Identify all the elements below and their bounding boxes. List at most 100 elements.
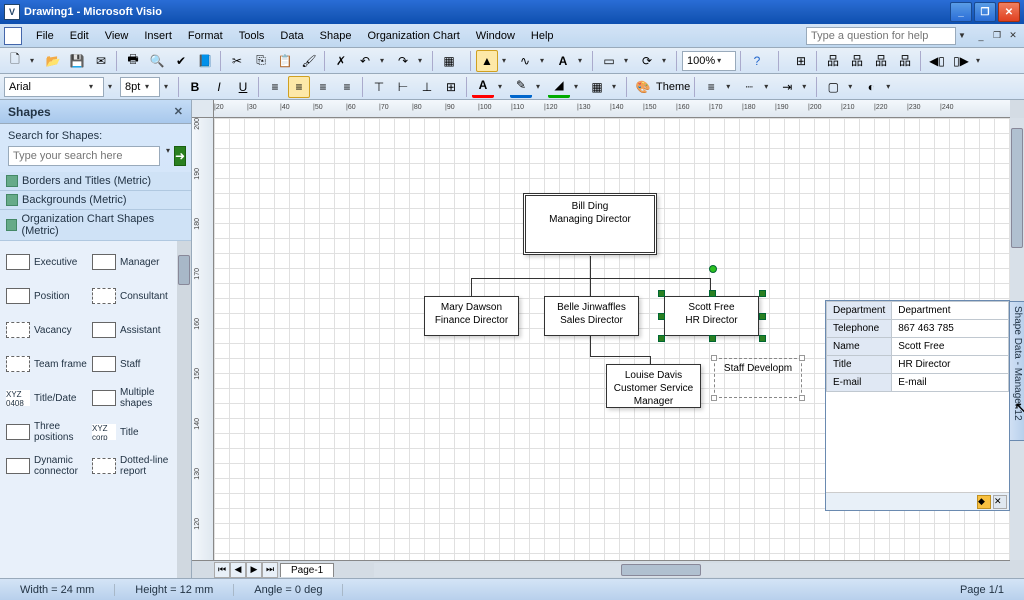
theme-label[interactable]: Theme — [656, 81, 690, 93]
shape-data-pane[interactable]: Shape Data - Manager.12 DepartmentDepart… — [825, 300, 1010, 511]
ruler-horizontal[interactable]: |20|30|40|50|60|70|80|90|100|110|120|130… — [214, 100, 1010, 118]
zoom-dropdown-icon[interactable]: ▾ — [717, 56, 727, 65]
corners-button[interactable]: ▢ — [822, 76, 844, 98]
shape-consultant[interactable]: Consultant — [90, 279, 176, 313]
help-search-dropdown-icon[interactable]: ▼ — [958, 31, 968, 40]
menu-edit[interactable]: Edit — [62, 28, 97, 44]
org-layout3-button[interactable]: 品 — [870, 50, 892, 72]
org-box-managing-director[interactable]: Bill Ding Managing Director — [523, 193, 657, 255]
research-button[interactable]: 📘 — [194, 50, 216, 72]
delete-button[interactable]: ✗ — [330, 50, 352, 72]
size-dropdown-icon[interactable]: ▾ — [145, 82, 155, 91]
connector-tool-button[interactable]: ∿ — [514, 50, 536, 72]
shapes-search-go-button[interactable]: ➜ — [174, 146, 186, 166]
undo-dropdown-icon[interactable]: ▾ — [380, 56, 390, 65]
connector[interactable] — [650, 356, 651, 364]
shape-multiple-shapes[interactable]: Multiple shapes — [90, 381, 176, 415]
help-button[interactable]: ? — [746, 50, 768, 72]
tab-next-button[interactable]: ▶ — [246, 562, 262, 578]
close-button[interactable]: ✕ — [998, 2, 1020, 22]
font-dropdown-icon[interactable]: ▾ — [89, 82, 99, 91]
help-search-input[interactable] — [806, 27, 956, 45]
resize-handle-w[interactable] — [658, 313, 665, 320]
resize-handle-n[interactable] — [709, 290, 716, 297]
line-color-button[interactable]: ✎ — [510, 76, 532, 98]
shape-data-tab[interactable]: Shape Data - Manager.12 — [1009, 301, 1024, 441]
line-color-dropdown-icon[interactable]: ▾ — [536, 82, 546, 91]
shapes-scrollbar[interactable] — [177, 241, 191, 578]
undo-button[interactable]: ↶ — [354, 50, 376, 72]
connector[interactable] — [590, 356, 650, 357]
minimize-button[interactable]: _ — [950, 2, 972, 22]
shape-position[interactable]: Position — [4, 279, 90, 313]
shape-executive[interactable]: Executive — [4, 245, 90, 279]
bold-button[interactable]: B — [184, 76, 206, 98]
open-button[interactable]: 📂 — [42, 50, 64, 72]
resize-handle-nw[interactable] — [658, 290, 665, 297]
shapes-search-dropdown-icon[interactable]: ▾ — [166, 146, 170, 166]
stencil-backgrounds[interactable]: Backgrounds (Metric) — [0, 191, 191, 210]
shape-title[interactable]: XYZcorpTitle — [90, 415, 176, 449]
shape-data-value[interactable]: HR Director — [892, 356, 1009, 374]
font-color-button[interactable]: A — [472, 76, 494, 98]
shape-title-date[interactable]: XYZ0408Title/Date — [4, 381, 90, 415]
print-preview-button[interactable]: 🔍 — [146, 50, 168, 72]
page-tab-1[interactable]: Page-1 — [280, 563, 334, 577]
visio-icon[interactable] — [4, 27, 22, 45]
shape-three-positions[interactable]: Three positions — [4, 415, 90, 449]
email-button[interactable]: ✉ — [90, 50, 112, 72]
shape-data-action-icon[interactable]: ◆ — [977, 495, 991, 509]
resize-handle-se[interactable] — [759, 335, 766, 342]
org-relayout-button[interactable]: ⊞ — [790, 50, 812, 72]
align-right-button[interactable]: ≡ — [312, 76, 334, 98]
spelling-button[interactable]: ✔ — [170, 50, 192, 72]
align-bottom-button[interactable]: ⊥ — [416, 76, 438, 98]
rectangle-dropdown-icon[interactable]: ▾ — [624, 56, 634, 65]
pointer-tool-button[interactable]: ▲ — [476, 50, 498, 72]
org-moveright-button[interactable]: ▯▶ — [950, 50, 972, 72]
pointer-dropdown-icon[interactable]: ▾ — [502, 56, 512, 65]
hscroll-thumb[interactable] — [621, 564, 701, 576]
menu-tools[interactable]: Tools — [231, 28, 273, 44]
shapes-search-input[interactable] — [8, 146, 160, 166]
underline-button[interactable]: U — [232, 76, 254, 98]
align-justify-button[interactable]: ≡ — [336, 76, 358, 98]
org-layout4-button[interactable]: 品 — [894, 50, 916, 72]
copy-button[interactable]: ⎘ — [250, 50, 272, 72]
org-box-dotted-staff-development[interactable]: Staff Developm — [714, 358, 802, 398]
tab-last-button[interactable]: ⏭ — [262, 562, 278, 578]
font-size-combo[interactable]: 8pt▾ — [120, 77, 160, 97]
shadow-button[interactable]: ▦ — [586, 76, 608, 98]
maximize-button[interactable]: ❐ — [974, 2, 996, 22]
line-pattern-dropdown-icon[interactable]: ▾ — [764, 82, 774, 91]
shape-data-value[interactable]: Scott Free — [892, 338, 1009, 356]
stencil-org-chart-shapes[interactable]: Organization Chart Shapes (Metric) — [0, 210, 191, 241]
align-top-button[interactable]: ⊤ — [368, 76, 390, 98]
connector[interactable] — [590, 336, 591, 356]
align-middle-button[interactable]: ⊢ — [392, 76, 414, 98]
new-dropdown-icon[interactable]: ▾ — [30, 56, 40, 65]
text-tool-button[interactable]: A — [552, 50, 574, 72]
menu-format[interactable]: Format — [180, 28, 231, 44]
align-left-button[interactable]: ≡ — [264, 76, 286, 98]
fill-color-button[interactable]: ◢ — [548, 76, 570, 98]
org-layout1-button[interactable]: 品 — [822, 50, 844, 72]
shape-dynamic-connector[interactable]: Dynamic connector — [4, 449, 90, 483]
shapes-panel-close-button[interactable]: ✕ — [174, 105, 183, 118]
tab-prev-button[interactable]: ◀ — [230, 562, 246, 578]
rotate-handle[interactable] — [709, 265, 717, 273]
resize-handle-s[interactable] — [709, 335, 716, 342]
paste-button[interactable]: 📋 — [274, 50, 296, 72]
redo-button[interactable]: ↷ — [392, 50, 414, 72]
menu-file[interactable]: File — [28, 28, 62, 44]
line-ends-dropdown-icon[interactable]: ▾ — [802, 82, 812, 91]
resize-handle-sw[interactable] — [658, 335, 665, 342]
save-button[interactable]: 💾 — [66, 50, 88, 72]
align-center-button[interactable]: ≡ — [288, 76, 310, 98]
line-weight-button[interactable]: ≡ — [700, 76, 722, 98]
mdi-close-button[interactable]: ✕ — [1006, 29, 1020, 43]
resize-handle-ne[interactable] — [759, 290, 766, 297]
org-box-finance-director[interactable]: Mary Dawson Finance Director — [424, 296, 519, 336]
menu-help[interactable]: Help — [523, 28, 562, 44]
ruler-vertical[interactable]: 200190180170160150140130120 — [192, 118, 214, 560]
